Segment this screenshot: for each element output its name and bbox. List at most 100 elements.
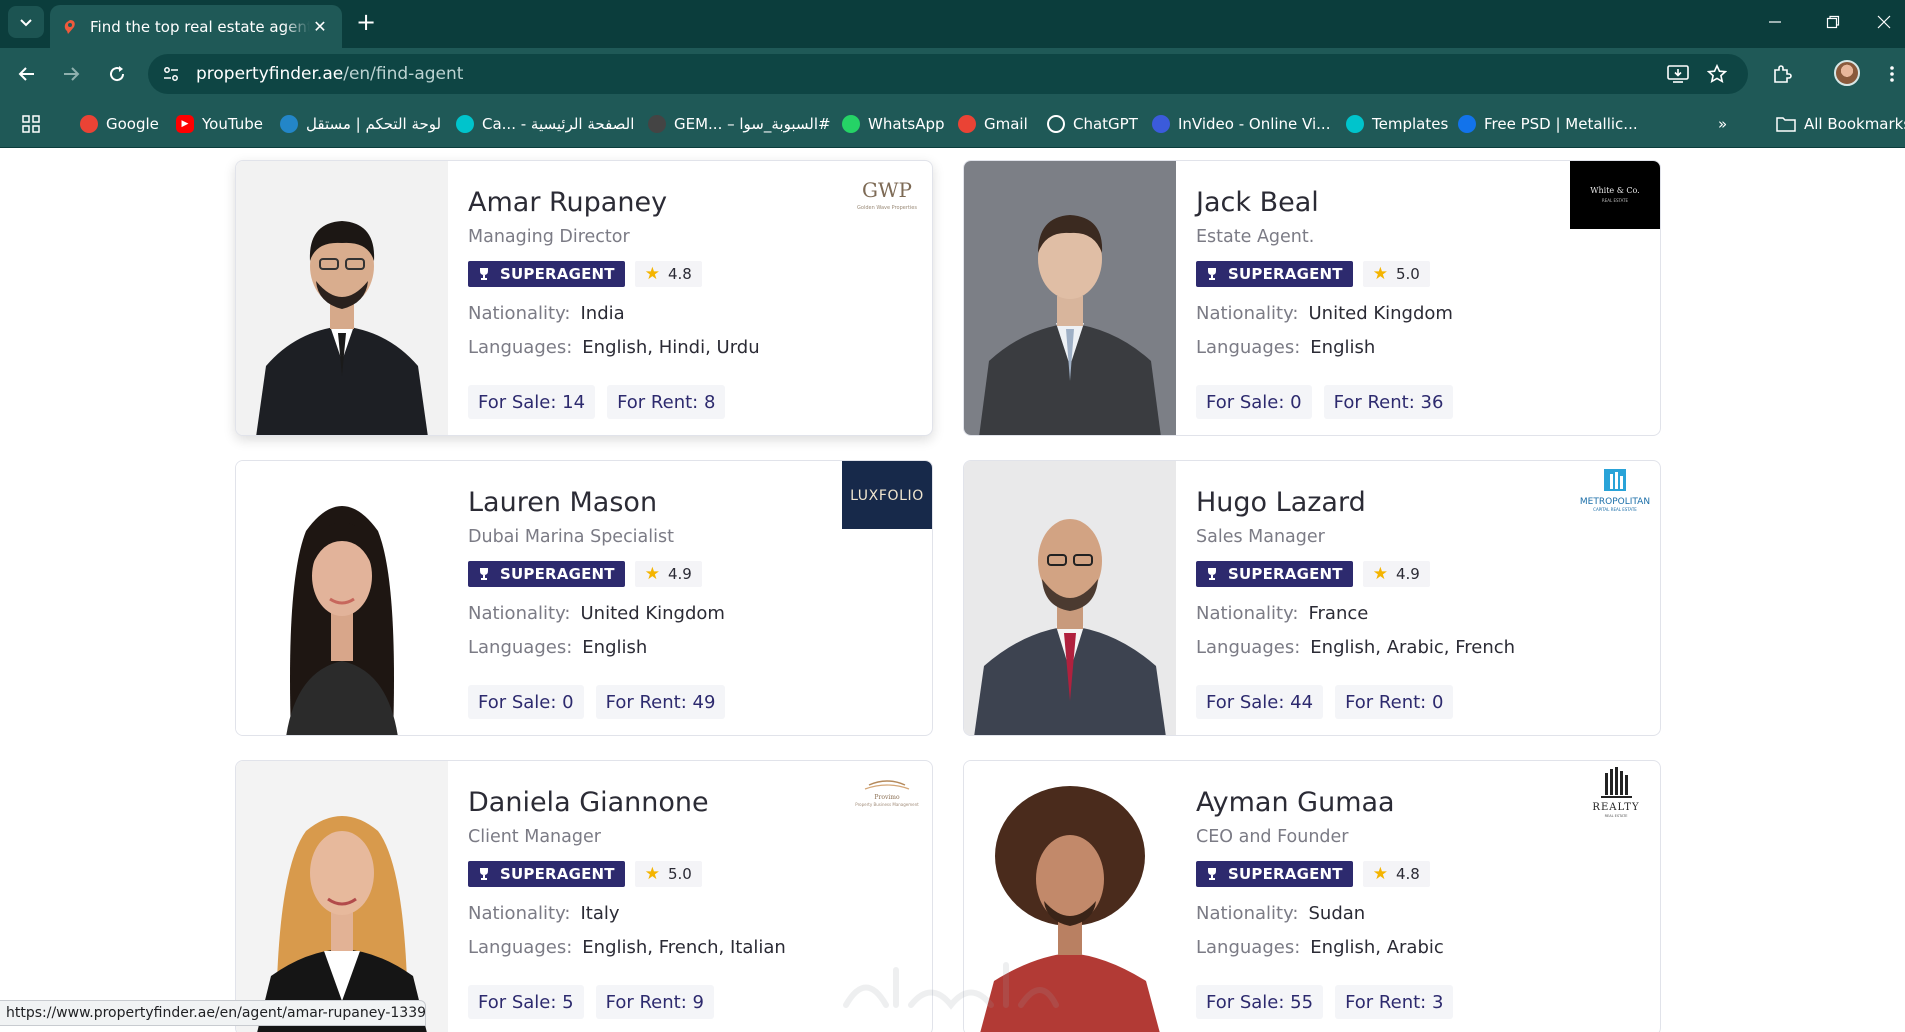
install-app-icon[interactable] (1664, 60, 1692, 88)
for-sale-count[interactable]: For Sale: 55 (1196, 985, 1324, 1019)
bookmark-0[interactable]: Google (80, 112, 159, 136)
back-button[interactable] (12, 60, 42, 88)
agency-logo[interactable]: White & Co. REAL ESTATE (1570, 161, 1660, 229)
for-sale-count[interactable]: For Sale: 0 (1196, 385, 1312, 419)
agent-name[interactable]: Amar Rupaney (468, 187, 667, 218)
bookmark-8[interactable]: InVideo - Online Vi... (1152, 112, 1330, 136)
all-bookmarks-button[interactable]: All Bookmarks (1776, 112, 1905, 136)
agency-logo[interactable]: REALTY REAL ESTATE (1570, 761, 1660, 829)
agent-card-amar-rupaney[interactable]: Amar Rupaney Managing Director SUPERAGEN… (235, 160, 933, 436)
nationality-label: Nationality: (468, 303, 571, 324)
nationality-row: Nationality: United Kingdom (1196, 303, 1453, 324)
agent-photo[interactable] (964, 161, 1176, 435)
rating-value: 4.8 (667, 265, 692, 283)
languages-label: Languages: (1196, 937, 1301, 958)
agent-card-hugo-lazard[interactable]: Hugo Lazard Sales Manager SUPERAGENT ★ 4… (963, 460, 1661, 736)
reload-button[interactable] (102, 60, 132, 88)
bookmark-label: YouTube (202, 115, 263, 133)
minimize-button[interactable] (1757, 8, 1793, 36)
superagent-badge: SUPERAGENT (1196, 261, 1353, 287)
bookmark-10[interactable]: Free PSD | Metallic... (1458, 112, 1638, 136)
rating-value: 5.0 (667, 865, 692, 883)
url-host: propertyfinder.ae (196, 64, 344, 84)
browser-tab-active[interactable]: Find the top real estate agents in ✕ (50, 5, 342, 48)
agent-photo[interactable] (964, 461, 1176, 735)
agency-logo[interactable]: LUXFOLIO (842, 461, 932, 529)
for-rent-count[interactable]: For Rent: 36 (1323, 385, 1454, 419)
agency-logo[interactable]: Provimo Property Business Management (842, 761, 932, 829)
agent-card-daniela-giannone[interactable]: Daniela Giannone Client Manager SUPERAGE… (235, 760, 933, 1032)
new-tab-button[interactable]: + (352, 8, 380, 36)
agent-photo[interactable] (236, 761, 448, 1032)
agency-logo[interactable]: METROPOLITAN CAPITAL REAL ESTATE (1570, 461, 1660, 529)
restore-button[interactable] (1815, 8, 1851, 36)
agent-name[interactable]: Hugo Lazard (1196, 487, 1366, 518)
bookmark-6[interactable]: Gmail (958, 112, 1028, 136)
browser-menu-icon[interactable] (1878, 60, 1905, 88)
rating-badge: ★ 4.8 (1362, 861, 1430, 887)
agency-logo[interactable]: GWP Golden Wave Properties (842, 161, 932, 229)
status-bar-url: https://www.propertyfinder.ae/en/agent/a… (0, 1000, 426, 1026)
agent-card-jack-beal[interactable]: Jack Beal Estate Agent. SUPERAGENT ★ 5.0… (963, 160, 1661, 436)
star-icon: ★ (1372, 264, 1388, 284)
agent-name[interactable]: Lauren Mason (468, 487, 657, 518)
agent-card-ayman-gumaa[interactable]: Ayman Gumaa CEO and Founder SUPERAGENT ★… (963, 760, 1661, 1032)
nationality-value: Italy (580, 903, 620, 924)
bookmark-1[interactable]: ▶ YouTube (176, 112, 263, 136)
forward-button[interactable] (56, 60, 86, 88)
agent-name[interactable]: Jack Beal (1196, 187, 1319, 218)
agent-photo[interactable] (236, 161, 448, 435)
svg-text:GWP: GWP (862, 178, 912, 202)
rating-value: 4.9 (1395, 565, 1420, 583)
bookmark-9[interactable]: Templates (1346, 112, 1448, 136)
minimize-icon (1769, 21, 1781, 23)
bookmark-4[interactable]: GEM... – السبوبة_سوا# (648, 112, 831, 136)
url-path: /en/find-agent (343, 64, 464, 84)
close-window-button[interactable] (1866, 8, 1902, 36)
for-rent-count[interactable]: For Rent: 8 (607, 385, 726, 419)
folder-icon (1776, 117, 1796, 132)
listing-counts: For Sale: 0 For Rent: 36 (1196, 385, 1465, 419)
svg-text:Provimo: Provimo (874, 794, 900, 801)
agent-name[interactable]: Ayman Gumaa (1196, 787, 1395, 818)
languages-row: Languages: English (468, 637, 647, 658)
for-sale-count[interactable]: For Sale: 5 (468, 985, 584, 1019)
agent-title: Dubai Marina Specialist (468, 527, 674, 547)
languages-row: Languages: English, Arabic, French (1196, 637, 1515, 658)
tab-close-icon[interactable]: ✕ (310, 17, 330, 37)
bookmark-star-icon[interactable] (1703, 60, 1731, 88)
bookmark-3[interactable]: Ca... - الصفحة الرئيسية (456, 112, 634, 136)
gem-icon (648, 115, 666, 133)
profile-avatar[interactable] (1834, 60, 1860, 86)
bookmark-5[interactable]: WhatsApp (842, 112, 945, 136)
site-info-icon[interactable] (152, 55, 190, 93)
languages-value: English (1310, 337, 1376, 358)
for-rent-count[interactable]: For Rent: 9 (595, 985, 714, 1019)
languages-row: Languages: English (1196, 337, 1375, 358)
for-sale-count[interactable]: For Sale: 44 (1196, 685, 1324, 719)
apps-grid-icon[interactable] (22, 112, 40, 136)
for-rent-count[interactable]: For Rent: 49 (595, 685, 726, 719)
bookmark-7[interactable]: ChatGPT (1047, 112, 1138, 136)
tab-search-button[interactable] (8, 6, 44, 38)
nationality-label: Nationality: (468, 903, 571, 924)
address-bar[interactable]: propertyfinder.ae/en/find-agent (148, 54, 1748, 94)
close-icon (1877, 15, 1891, 29)
extensions-icon[interactable] (1768, 60, 1796, 88)
bookmark-label: لوحة التحكم | مستقل (306, 115, 442, 133)
tab-title: Find the top real estate agents in (90, 17, 310, 36)
for-sale-count[interactable]: For Sale: 14 (468, 385, 596, 419)
for-sale-count[interactable]: For Sale: 0 (468, 685, 584, 719)
bookmark-2[interactable]: لوحة التحكم | مستقل (280, 112, 441, 136)
nationality-value: United Kingdom (580, 603, 725, 624)
bookmark-label: ChatGPT (1073, 115, 1138, 133)
superagent-label: SUPERAGENT (500, 565, 615, 583)
svg-text:REAL ESTATE: REAL ESTATE (1602, 198, 1629, 203)
agent-photo[interactable] (236, 461, 448, 735)
bookmarks-overflow-icon[interactable]: » (1718, 112, 1727, 136)
for-rent-count[interactable]: For Rent: 3 (1335, 985, 1454, 1019)
agent-name[interactable]: Daniela Giannone (468, 787, 709, 818)
agent-card-lauren-mason[interactable]: Lauren Mason Dubai Marina Specialist SUP… (235, 460, 933, 736)
browser-toolbar: propertyfinder.ae/en/find-agent (0, 48, 1905, 100)
for-rent-count[interactable]: For Rent: 0 (1335, 685, 1454, 719)
